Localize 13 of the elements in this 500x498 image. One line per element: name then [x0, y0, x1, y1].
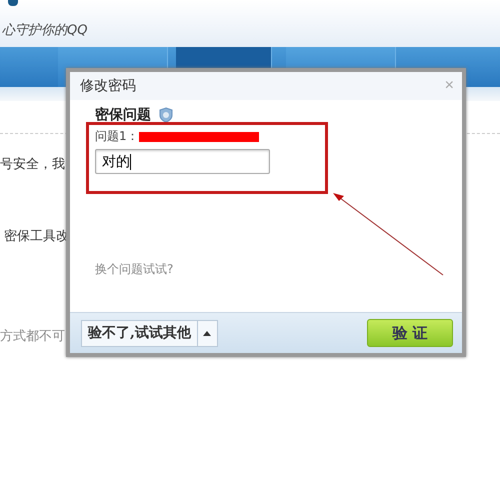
caret-icon: [203, 330, 212, 336]
alternative-button[interactable]: 验不了,试试其他: [81, 320, 198, 346]
question-label: 问题1：: [95, 128, 139, 145]
body-text: 方式都不可: [0, 328, 65, 345]
body-text: 号安全，我: [0, 156, 65, 173]
section-title: 密保问题: [95, 106, 151, 124]
verify-button[interactable]: 验 证: [367, 319, 453, 347]
dropdown-button[interactable]: [198, 320, 218, 346]
switch-question-link[interactable]: 换个问题试试?: [95, 261, 174, 278]
slogan: 心守护你的QQ: [2, 22, 88, 38]
dialog-title: 修改密码: [80, 77, 136, 95]
answer-field[interactable]: 对的: [95, 149, 270, 174]
shield-icon: [159, 107, 173, 123]
